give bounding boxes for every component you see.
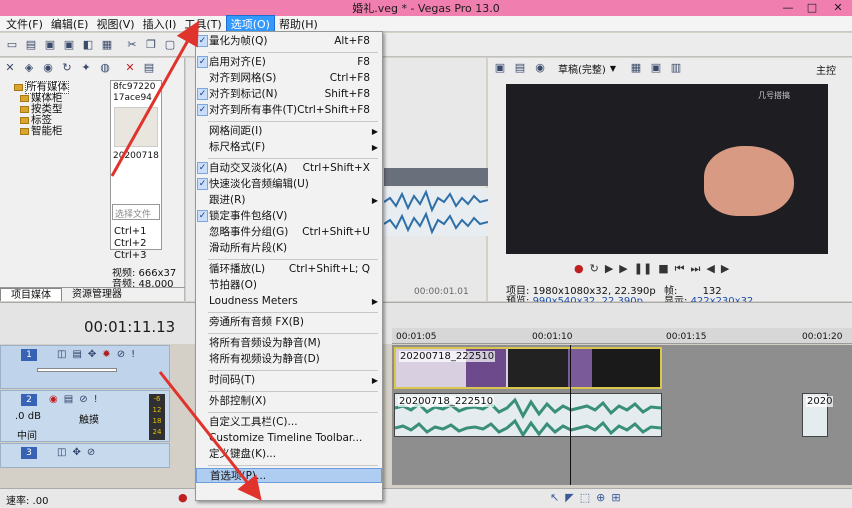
annotation-arrows (110, 20, 262, 501)
annotation-arrow-to-menu (110, 20, 199, 177)
annotation-arrow-to-preferences (158, 371, 262, 501)
